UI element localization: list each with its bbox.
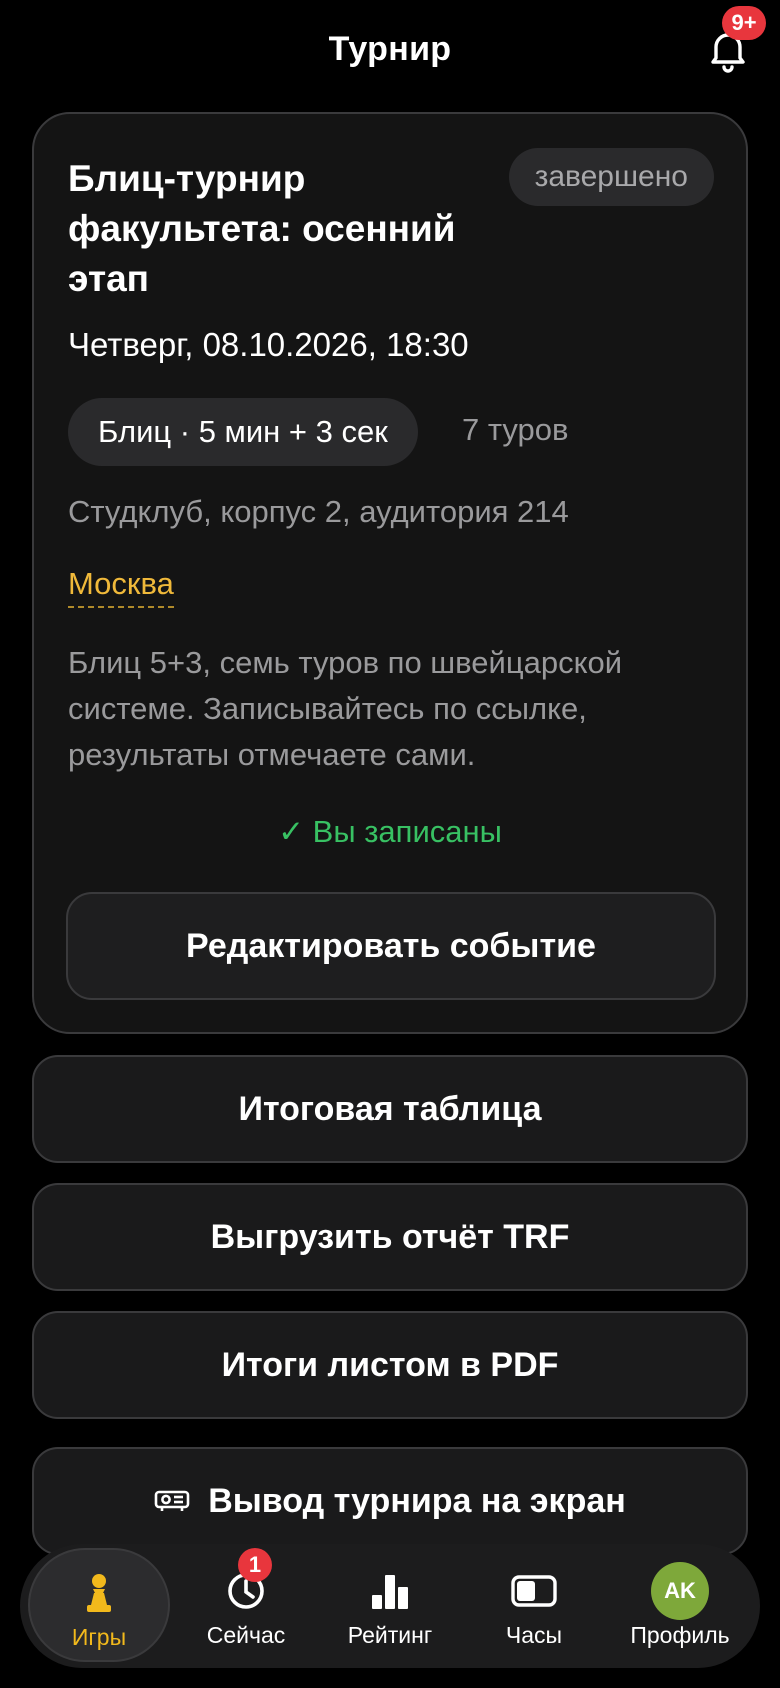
tab-clock[interactable]: Часы bbox=[464, 1544, 604, 1668]
page-title: Турнир bbox=[328, 30, 452, 68]
bottom-tab-bar: Игры Сейчас Рейтинг Часы AK Профиль bbox=[20, 1544, 760, 1668]
notifications-badge: 9+ bbox=[722, 6, 766, 40]
event-venue: Студклуб, корпус 2, аудитория 214 bbox=[68, 494, 569, 529]
event-description: Блиц 5+3, семь туров по швейцарской сист… bbox=[68, 645, 623, 772]
tab-games-label: Игры bbox=[71, 1624, 127, 1650]
event-datetime: Четверг, 08.10.2026, 18:30 bbox=[68, 326, 469, 363]
city-link[interactable]: Москва bbox=[68, 566, 174, 608]
tab-now-label: Сейчас bbox=[206, 1622, 286, 1648]
export-trf-button-label: Выгрузить отчёт TRF bbox=[210, 1217, 570, 1256]
display-tournament-button-label: Вывод турнира на экран bbox=[208, 1481, 626, 1520]
top-bar: Турнир 9+ bbox=[0, 0, 780, 100]
tab-profile[interactable]: AK Профиль bbox=[610, 1544, 750, 1668]
pawn-icon bbox=[82, 1568, 116, 1618]
bar-chart-icon bbox=[370, 1566, 410, 1616]
time-control-chip: Блиц · 5 мин + 3 сек bbox=[68, 398, 418, 466]
tab-rating-label: Рейтинг bbox=[347, 1622, 433, 1648]
standings-button[interactable]: Итоговая таблица bbox=[32, 1055, 748, 1163]
chess-clock-icon bbox=[511, 1566, 557, 1616]
avatar: AK bbox=[651, 1562, 709, 1620]
now-badge: 1 bbox=[238, 1548, 272, 1582]
export-trf-button[interactable]: Выгрузить отчёт TRF bbox=[32, 1183, 748, 1291]
standings-button-label: Итоговая таблица bbox=[238, 1089, 542, 1128]
edit-event-button[interactable]: Редактировать событие bbox=[66, 892, 716, 1000]
event-card: Блиц-турнир факультета: осенний этап зав… bbox=[32, 112, 748, 1034]
status-badge: завершено bbox=[508, 148, 714, 206]
tab-profile-label: Профиль bbox=[630, 1622, 730, 1648]
pdf-results-button-label: Итоги листом в PDF bbox=[221, 1345, 559, 1384]
pdf-results-button[interactable]: Итоги листом в PDF bbox=[32, 1311, 748, 1419]
projector-icon bbox=[154, 1488, 190, 1514]
tab-games[interactable]: Игры bbox=[28, 1548, 170, 1662]
tab-clock-label: Часы bbox=[505, 1622, 563, 1648]
rounds-count: 7 туров bbox=[462, 412, 569, 447]
profile-avatar-wrap: AK bbox=[651, 1562, 709, 1620]
registration-status: ✓ Вы записаны bbox=[278, 814, 502, 849]
display-tournament-button[interactable]: Вывод турнира на экран bbox=[32, 1447, 748, 1555]
event-title: Блиц-турнир факультета: осенний этап bbox=[68, 158, 456, 299]
tab-rating[interactable]: Рейтинг bbox=[320, 1544, 460, 1668]
